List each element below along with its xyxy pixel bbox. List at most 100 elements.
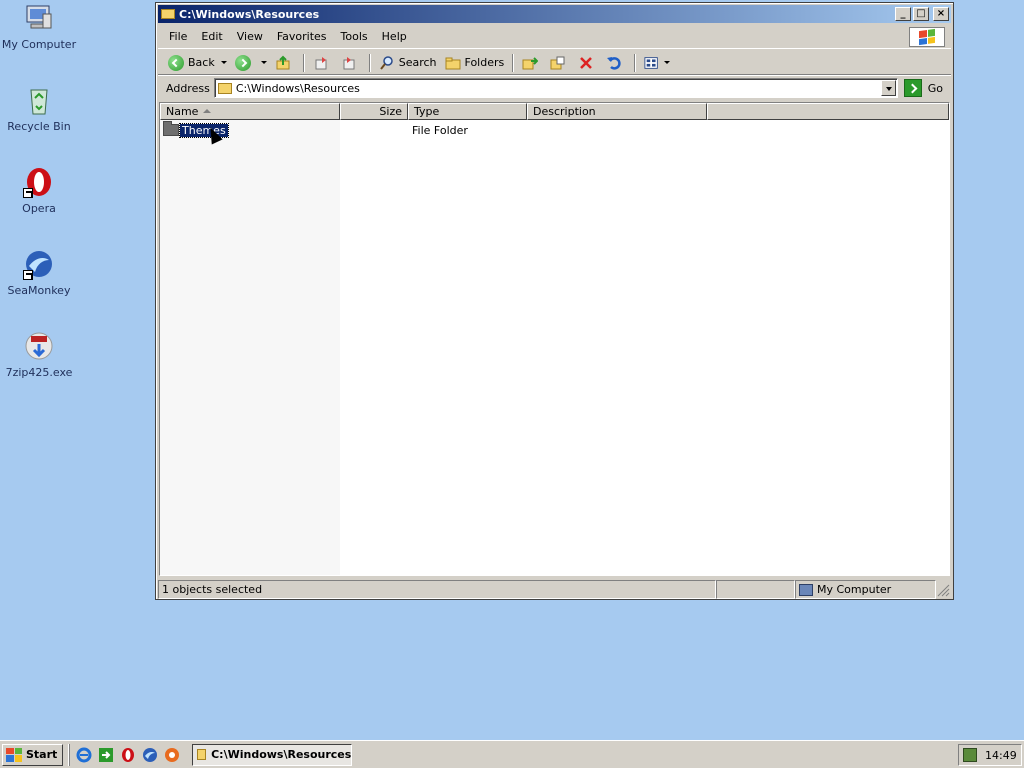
title-bar[interactable]: C:\Windows\Resources _ □ × [158,5,951,23]
status-location-label: My Computer [817,583,892,596]
address-input[interactable]: C:\Windows\Resources [213,78,898,98]
desktop-icon-7zip[interactable]: 7zip425.exe [0,330,78,379]
windows-flag-icon [6,747,22,762]
move-icon [522,56,539,69]
my-computer-icon [23,2,55,34]
chevron-down-icon [220,61,227,64]
go-arrow-icon [903,79,922,97]
move-button[interactable] [518,52,546,74]
window-controls: _ □ × [895,7,949,21]
taskbar-window-label: C:\Windows\Resources [211,748,352,761]
column-header-description[interactable]: Description [527,103,707,120]
undo-button[interactable] [602,52,630,74]
desktop-icon-label: Recycle Bin [7,120,71,133]
seamonkey-icon[interactable] [142,747,158,763]
menu-favorites[interactable]: Favorites [270,30,334,43]
maximize-button[interactable]: □ [913,7,929,21]
copy-to-icon [343,56,355,69]
opera-icon [23,166,55,198]
seamonkey-icon [23,248,55,280]
back-button[interactable]: Back [164,52,231,74]
installer-icon [23,330,55,362]
search-button[interactable]: Search [375,52,441,74]
cell-type: File Folder [412,123,468,137]
menu-view[interactable]: View [230,30,270,43]
toolbar-separator [512,53,515,72]
start-button[interactable]: Start [2,743,64,766]
column-header-size[interactable]: Size [340,103,408,120]
folder-icon [163,121,179,136]
folder-icon [217,82,232,94]
taskbar-window-button[interactable]: C:\Windows\Resources [192,743,353,766]
status-selection: 1 objects selected [158,580,716,599]
up-folder-button[interactable] [271,52,299,74]
column-header-filler [707,103,949,120]
go-label: Go [927,81,943,95]
copy-icon [550,56,565,69]
window-title: C:\Windows\Resources [179,7,320,21]
desktop-icon-recycle-bin[interactable]: Recycle Bin [0,84,78,133]
my-computer-icon [799,583,813,596]
folders-button[interactable]: Folders [441,52,509,74]
delete-button[interactable] [574,52,602,74]
resize-grip-icon[interactable] [936,580,950,599]
move-to-icon [315,56,327,69]
toolbar-separator [634,53,637,72]
menu-file[interactable]: File [162,30,194,43]
column-header-name[interactable]: Name [160,103,340,120]
forward-button[interactable] [231,52,271,74]
chevron-down-icon [664,61,671,64]
desktop-icon-label: Opera [22,202,56,215]
menu-edit[interactable]: Edit [194,30,229,43]
desktop-icon-label: 7zip425.exe [5,366,73,379]
taskbar: Start C:\Windows\Resources 14:49 [0,740,1024,768]
desktop-icon-label: SeaMonkey [7,284,71,297]
menu-tools[interactable]: Tools [334,30,375,43]
shortcut-arrow-icon [23,188,33,198]
menu-bar: File Edit View Favorites Tools Help [158,25,951,49]
status-bar: 1 objects selected My Computer [158,580,951,599]
menu-help[interactable]: Help [375,30,414,43]
file-list[interactable]: Name Size Type Description Themes File F… [159,102,950,576]
back-label: Back [188,56,215,69]
views-button[interactable] [640,52,674,74]
cell-name: Themes [160,121,340,138]
network-icon[interactable] [963,748,977,762]
opera-icon[interactable] [120,747,136,763]
desktop-icon-opera[interactable]: Opera [0,166,78,215]
minimize-button[interactable]: _ [895,7,911,21]
firefox-icon[interactable] [164,747,180,763]
sort-ascending-icon [203,109,211,113]
column-header-type[interactable]: Type [408,103,527,120]
search-label: Search [398,56,437,69]
ie-icon[interactable] [76,747,92,763]
column-label: Name [166,105,199,118]
up-folder-icon [276,55,290,69]
desktop-icon-label: My Computer [1,38,77,51]
system-tray: 14:49 [958,744,1022,766]
desktop-icon-my-computer[interactable]: My Computer [0,2,78,51]
chevron-down-icon [260,61,267,64]
status-location: My Computer [795,580,936,599]
list-item[interactable]: Themes File Folder [160,121,949,138]
address-value: C:\Windows\Resources [235,81,360,95]
back-arrow-icon [168,54,184,71]
sorted-column-shade [160,120,340,575]
close-button[interactable]: × [933,7,949,21]
folders-label: Folders [464,56,505,69]
go-button[interactable]: Go [898,79,951,97]
copy-to-button[interactable] [337,52,365,74]
copy-button[interactable] [546,52,574,74]
undo-icon [607,56,621,70]
views-icon [644,56,659,69]
address-dropdown-button[interactable] [880,80,896,96]
move-to-button[interactable] [309,52,337,74]
clock[interactable]: 14:49 [985,749,1017,762]
toolbar-separator [302,53,305,72]
list-header: Name Size Type Description [160,103,949,120]
address-bar: Address C:\Windows\Resources Go [158,76,951,100]
show-desktop-icon[interactable] [98,747,114,763]
delete-icon [580,56,593,69]
address-label: Address [166,81,210,95]
desktop-icon-seamonkey[interactable]: SeaMonkey [0,248,78,297]
